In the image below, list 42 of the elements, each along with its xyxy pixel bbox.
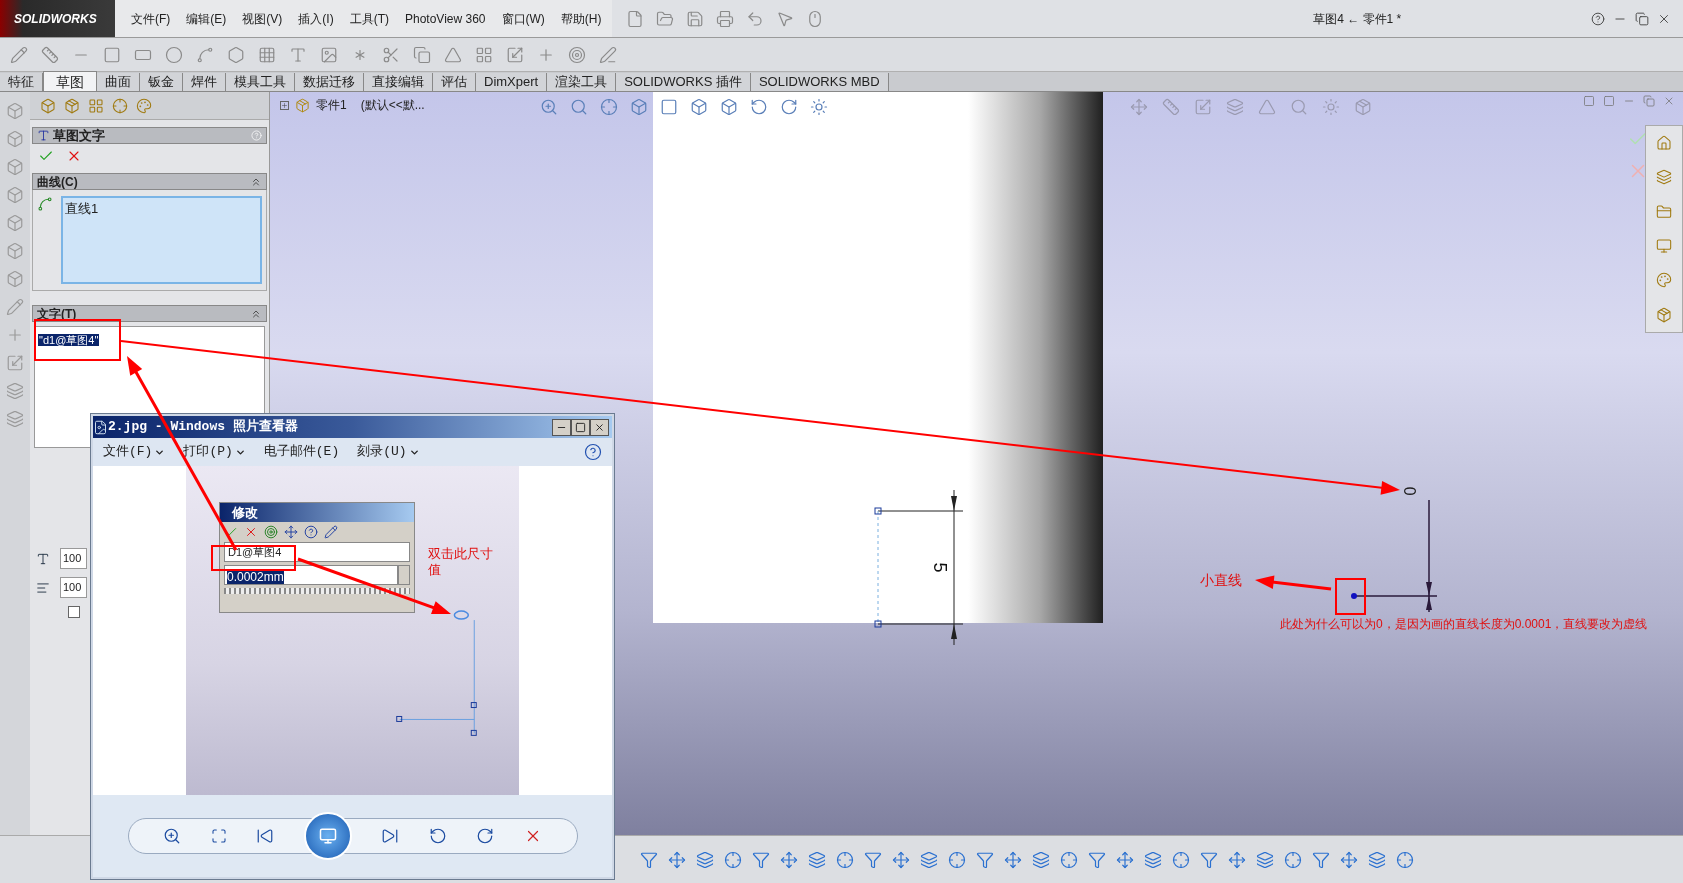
- command-tab[interactable]: SOLIDWORKS 插件: [616, 73, 751, 91]
- text-value: "d1@草图4": [38, 334, 100, 346]
- command-tab[interactable]: 数据迁移: [295, 73, 364, 91]
- menu-item[interactable]: PhotoView 360: [405, 9, 486, 28]
- viewer-menu-item[interactable]: 刻录(U): [357, 442, 420, 462]
- command-tab[interactable]: 渲染工具: [547, 73, 617, 91]
- dimension-value[interactable]: 5: [925, 562, 953, 573]
- tree-item[interactable]: 零件1: [316, 96, 347, 114]
- viewer-menu-item[interactable]: 电子邮件(E): [263, 442, 340, 462]
- annotation-label: 小直线: [1200, 571, 1242, 590]
- section-title: 曲线(C): [37, 173, 79, 191]
- command-tab[interactable]: 特征: [0, 73, 43, 91]
- menu-item[interactable]: 工具(T): [349, 9, 389, 28]
- command-tab[interactable]: 直接编辑: [364, 73, 433, 91]
- command-tab[interactable]: 模具工具: [226, 73, 295, 91]
- menu-item[interactable]: 窗口(W): [501, 9, 545, 28]
- panel-title: 草图文字: [53, 126, 106, 145]
- dimension-name-field[interactable]: D1@草图4: [224, 542, 410, 562]
- menu-item[interactable]: 视图(V): [242, 9, 283, 28]
- menu-item[interactable]: 编辑(E): [186, 9, 227, 28]
- command-tab[interactable]: 草图: [43, 71, 97, 91]
- dimension-value[interactable]: 0: [1399, 486, 1424, 496]
- dimension-value-field[interactable]: 0.0002mm: [224, 565, 398, 585]
- command-tab[interactable]: DimXpert: [476, 73, 548, 91]
- curve-list[interactable]: 直线1: [61, 196, 262, 284]
- tree-item-config: (默认<<默...: [359, 97, 425, 114]
- number-field[interactable]: 100: [60, 548, 87, 569]
- number-field[interactable]: 100: [60, 577, 87, 598]
- command-tab[interactable]: 焊件: [183, 73, 226, 91]
- command-tab[interactable]: 曲面: [97, 73, 140, 91]
- annotation-note: 此处为什么可以为0，是因为画的直线长度为0.0001，直线要改为虚线: [1280, 617, 1649, 632]
- command-tab[interactable]: SOLIDWORKS MBD: [750, 73, 889, 91]
- menu-item[interactable]: 插入(I): [298, 9, 334, 28]
- annotation-note: 双击此尺寸值: [428, 546, 494, 578]
- menu-item[interactable]: 文件(F): [131, 9, 171, 28]
- command-tab[interactable]: 评估: [433, 73, 476, 91]
- window-title: 草图4 ← 零件1 *: [1313, 10, 1402, 28]
- app-logo: SOLIDWORKS: [0, 0, 115, 37]
- list-item[interactable]: 直线1: [65, 199, 258, 219]
- command-tab[interactable]: 钣金: [140, 73, 183, 91]
- menu-item[interactable]: 帮助(H): [560, 9, 602, 28]
- dialog-title: 修改: [230, 503, 258, 522]
